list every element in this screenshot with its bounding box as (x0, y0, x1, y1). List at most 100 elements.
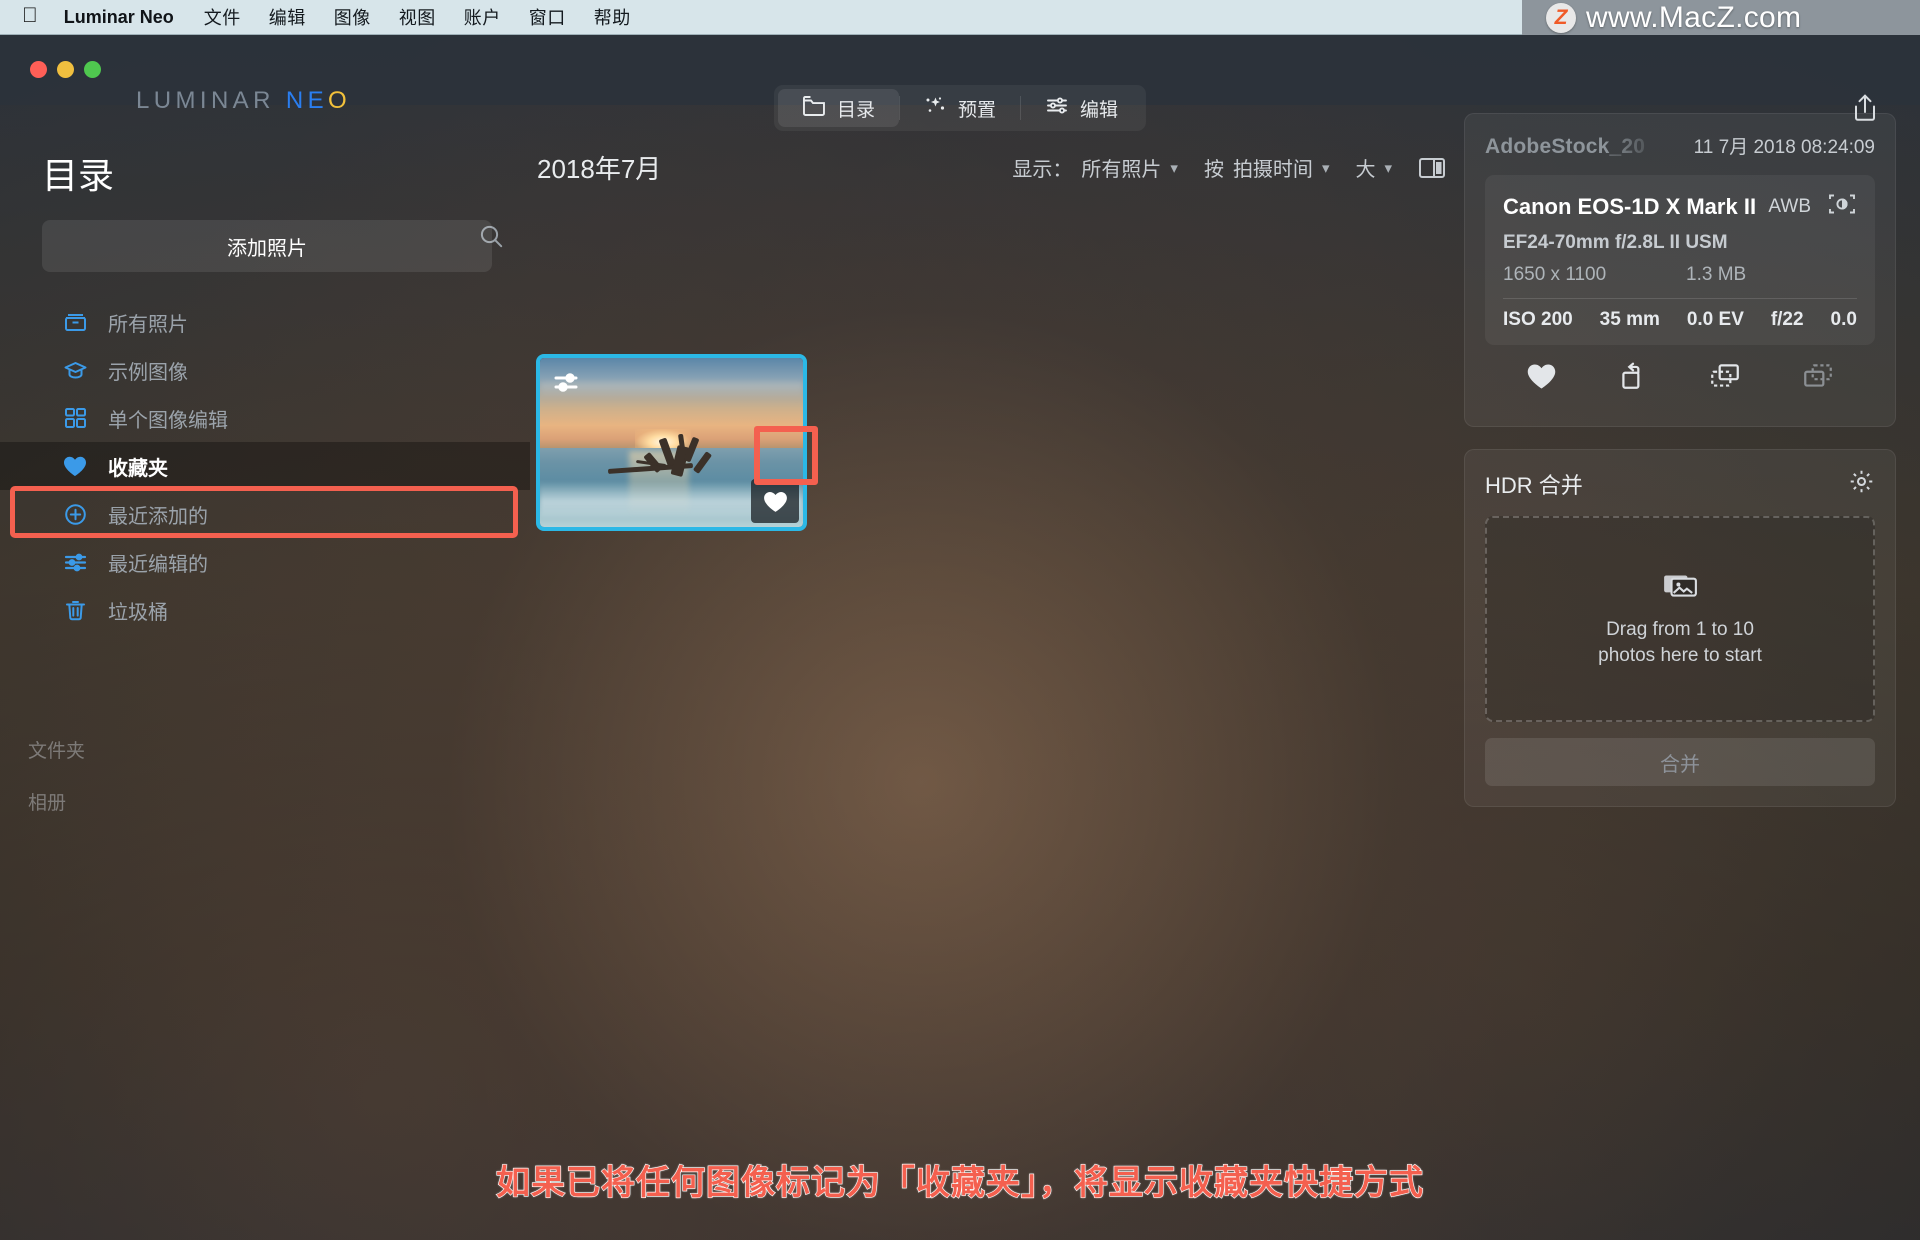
close-window-button[interactable] (30, 61, 47, 78)
tab-presets[interactable]: 预置 (900, 89, 1020, 127)
thumbnail-favorite-button[interactable] (751, 479, 799, 523)
sliders-icon (1045, 95, 1069, 122)
filter-show-label: 显示： (1012, 159, 1073, 181)
sliders-icon (62, 549, 88, 575)
rotate-icon[interactable] (1617, 361, 1649, 396)
brand-ne: NE (285, 87, 329, 114)
menu-item-image[interactable]: 图像 (334, 4, 371, 30)
plus-circle-icon (62, 501, 88, 527)
exif-block: Canon EOS-1D X Mark II AWB EF24-70mm f/2… (1485, 175, 1875, 345)
edited-badge-sliders-icon (553, 370, 583, 401)
sidebar-item-single-image-edit[interactable]: 单个图像编辑 (0, 394, 530, 442)
photo-thumbnail[interactable] (536, 354, 807, 531)
photo-dimensions: 1650 x 1100 (1503, 264, 1607, 285)
hdr-dropzone-line1: Drag from 1 to 10 (1606, 618, 1754, 640)
sidebar-item-favorites[interactable]: 收藏夹 (0, 442, 530, 490)
menu-item-file[interactable]: 文件 (204, 4, 241, 30)
camera-model: Canon EOS-1D X Mark II (1503, 193, 1757, 219)
page-title: 目录 (42, 155, 115, 196)
sidebar-section-albums[interactable]: 相册 (28, 788, 66, 815)
maximize-window-button[interactable] (84, 61, 101, 78)
watermark: Z www.MacZ.com (1522, 0, 1920, 35)
photo-info-card: AdobeStock_20 11 7月 2018 08:24:09 Canon … (1464, 113, 1896, 427)
filter-show-dropdown[interactable]: 显示： 所有照片 ▾ (1012, 153, 1178, 182)
heart-icon (763, 491, 787, 512)
hdr-title: HDR 合并 (1485, 473, 1583, 498)
hdr-dropzone[interactable]: Drag from 1 to 10 photos here to start (1485, 516, 1875, 722)
photo-filesize: 1.3 MB (1686, 264, 1747, 285)
tutorial-caption: 如果已将任何图像标记为「收藏夹」，将显示收藏夹快捷方式 (495, 1163, 1424, 1202)
sidebar-item-recently-edited[interactable]: 最近编辑的 (0, 538, 530, 586)
camera-icon (1827, 191, 1857, 222)
driftwood (608, 432, 745, 489)
tab-edit[interactable]: 编辑 (1021, 89, 1142, 127)
gear-icon[interactable] (1848, 468, 1875, 500)
sidebar-item-sample-images[interactable]: 示例图像 (0, 346, 530, 394)
brand-o: O (328, 87, 352, 114)
archive-box-icon (62, 309, 88, 335)
tab-edit-label: 编辑 (1080, 99, 1119, 121)
sidebar-item-label: 最近添加的 (108, 505, 208, 528)
tab-catalog[interactable]: 目录 (777, 89, 899, 127)
sidebar-item-label: 单个图像编辑 (108, 409, 228, 432)
thumbnail-size-dropdown[interactable]: 大 ▾ (1355, 153, 1392, 182)
apple-logo-icon[interactable]:  (22, 5, 38, 29)
photo-filename: AdobeStock_20 (1485, 135, 1646, 158)
photo-dimensions-row: 1650 x 1100 1.3 MB (1503, 264, 1857, 286)
sidebar-item-label: 收藏夹 (108, 457, 168, 480)
add-photos-button[interactable]: 添加照片 (42, 220, 492, 272)
app-window: LUMINAR NEO 目录 预置 编辑 目录 添加照片 所有照片 示例图像 单… (0, 35, 1920, 1240)
grid-icon (62, 405, 88, 431)
screen-root:  Luminar Neo 文件 编辑 图像 视图 账户 窗口 帮助 Z www… (0, 0, 1920, 1240)
exif-divider (1503, 298, 1857, 299)
watermark-text: www.MacZ.com (1586, 0, 1802, 34)
menu-item-account[interactable]: 账户 (464, 4, 501, 30)
sidebar-section-folders[interactable]: 文件夹 (28, 736, 85, 763)
mode-tab-group: 目录 预置 编辑 (773, 85, 1147, 131)
sidebar-item-trash[interactable]: 垃圾桶 (0, 586, 530, 634)
sort-value: 拍摄时间 (1232, 159, 1313, 181)
menu-item-help[interactable]: 帮助 (594, 4, 631, 30)
menubar-app-name[interactable]: Luminar Neo (64, 7, 174, 28)
sort-label: 按 (1203, 159, 1224, 181)
brand-luminar: LUMINAR (136, 87, 275, 114)
hdr-merge-label: 合并 (1660, 753, 1700, 776)
copy-settings-icon[interactable] (1708, 361, 1742, 396)
trash-icon (62, 597, 88, 623)
heart-icon (62, 453, 88, 479)
sort-dropdown[interactable]: 按 拍摄时间 ▾ (1204, 153, 1330, 182)
hdr-merge-button[interactable]: 合并 (1485, 738, 1875, 786)
luminar-neo-logo: LUMINAR NEO (136, 87, 351, 115)
sparkles-icon (924, 95, 947, 122)
hdr-merge-card: HDR 合并 Drag from 1 to 10 photos here to … (1464, 449, 1896, 807)
share-icon[interactable] (1852, 93, 1878, 127)
sidebar-item-label: 最近编辑的 (108, 553, 208, 576)
paste-settings-icon[interactable] (1801, 361, 1835, 396)
sidebar-item-label: 所有照片 (108, 313, 188, 336)
sidebar-item-all-photos[interactable]: 所有照片 (0, 298, 530, 346)
window-controls (30, 61, 101, 78)
folder-icon (802, 95, 826, 122)
add-photos-label: 添加照片 (227, 237, 307, 260)
sidebar-item-label: 垃圾桶 (108, 601, 168, 624)
hdr-dropzone-line2: photos here to start (1598, 644, 1762, 666)
sidebar-item-label: 示例图像 (108, 361, 188, 384)
sidebar-item-recently-added[interactable]: 最近添加的 (0, 490, 530, 538)
macos-menu-bar:  Luminar Neo 文件 编辑 图像 视图 账户 窗口 帮助 (0, 0, 1522, 35)
tab-presets-label: 预置 (957, 99, 997, 121)
menu-item-view[interactable]: 视图 (399, 4, 436, 30)
exif-exposure: 0.0 EV (1686, 309, 1744, 330)
menu-item-window[interactable]: 窗口 (529, 4, 566, 30)
exif-aperture: f/22 (1770, 309, 1804, 330)
menu-item-edit[interactable]: 编辑 (269, 4, 306, 30)
graduation-cap-icon (62, 357, 88, 383)
split-panel-icon[interactable] (1418, 156, 1446, 180)
photo-date: 11 7月 2018 08:24:09 (1693, 137, 1875, 158)
favorite-icon[interactable] (1525, 361, 1558, 396)
photo-actions-row (1485, 345, 1875, 410)
minimize-window-button[interactable] (57, 61, 74, 78)
exif-shutter: 0.0 (1830, 309, 1857, 330)
photo-info-header: AdobeStock_20 11 7月 2018 08:24:09 (1485, 132, 1875, 159)
tab-catalog-label: 目录 (836, 99, 875, 121)
sidebar-nav-list: 所有照片 示例图像 单个图像编辑 收藏夹 最近添加的 最近编辑的 垃圾桶 (0, 298, 530, 634)
